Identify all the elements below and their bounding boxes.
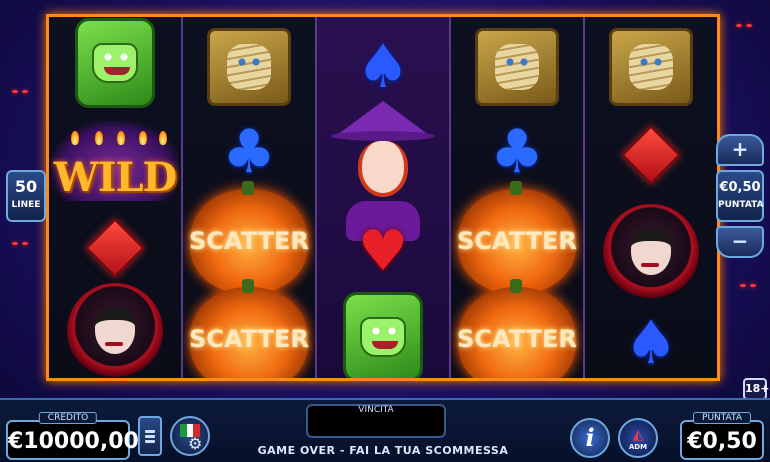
bet-display: €0,50 PUNTATA bbox=[716, 170, 764, 222]
glowing-eyes-decoration bbox=[746, 24, 752, 27]
lines-label: LINEE bbox=[11, 200, 41, 210]
info-button[interactable]: i bbox=[570, 418, 610, 458]
symbol-monster bbox=[49, 17, 181, 109]
symbol-wild: WILD bbox=[49, 113, 181, 209]
symbol-mummy bbox=[451, 17, 583, 117]
symbol-scatter-pumpkin: SCATTER bbox=[183, 279, 315, 378]
glowing-eyes-decoration bbox=[12, 242, 18, 245]
symbol-club: ♣ bbox=[222, 117, 276, 187]
lines-display[interactable]: 50 LINEE bbox=[6, 170, 46, 222]
glowing-eyes-decoration bbox=[22, 90, 28, 93]
scatter-text: SCATTER bbox=[189, 227, 309, 255]
volume-button[interactable] bbox=[138, 416, 162, 456]
reel-grid: WILD ♣ SCATTER SCATTER ♠ ♥ ♣ SCATTER SCA… bbox=[46, 14, 720, 381]
bet-value: €0,50 bbox=[687, 429, 757, 454]
reel-4: ♣ SCATTER SCATTER bbox=[451, 17, 585, 378]
glowing-eyes-decoration bbox=[736, 24, 742, 27]
settings-button[interactable]: ⚙ bbox=[170, 416, 210, 456]
volume-bar-icon bbox=[145, 429, 155, 433]
symbol-scatter-pumpkin: SCATTER bbox=[183, 181, 315, 293]
symbol-scatter-pumpkin: SCATTER bbox=[451, 279, 583, 378]
bet-decrease-button[interactable]: − bbox=[716, 226, 764, 258]
adm-label: ADM bbox=[628, 443, 648, 451]
adm-button[interactable]: ◭ ADM bbox=[618, 418, 658, 458]
glowing-eyes-decoration bbox=[750, 284, 756, 287]
win-label: VINCITA bbox=[358, 405, 394, 415]
scatter-text: SCATTER bbox=[189, 325, 309, 353]
wild-text: WILD bbox=[53, 154, 177, 201]
bet-panel: PUNTATA €0,50 bbox=[680, 412, 764, 460]
lines-value: 50 bbox=[14, 177, 38, 196]
symbol-scatter-pumpkin: SCATTER bbox=[451, 181, 583, 293]
bet-side-value: €0,50 bbox=[719, 180, 761, 195]
bottom-bar: CREDITO €10000,00 ⚙ VINCITA GAME OVER - … bbox=[0, 398, 770, 462]
win-panel: VINCITA bbox=[306, 404, 446, 438]
symbol-diamond bbox=[49, 213, 181, 283]
status-message: GAME OVER - FAI LA TUA SCOMMESSA bbox=[257, 444, 509, 457]
reel-1: WILD bbox=[49, 17, 183, 378]
symbol-spade: ♠ bbox=[624, 308, 678, 378]
bet-increase-button[interactable]: + bbox=[716, 134, 764, 166]
symbol-monster bbox=[317, 289, 449, 378]
glowing-eyes-decoration bbox=[740, 284, 746, 287]
scatter-text: SCATTER bbox=[457, 227, 577, 255]
credit-panel: CREDITO €10000,00 bbox=[6, 412, 139, 460]
reel-3: ♠ ♥ bbox=[317, 17, 451, 378]
symbol-vampire bbox=[585, 197, 717, 307]
symbol-mummy bbox=[585, 17, 717, 117]
bet-side-label: PUNTATA bbox=[718, 200, 764, 210]
bet-label: PUNTATA bbox=[693, 412, 751, 424]
credit-label: CREDITO bbox=[38, 412, 98, 424]
reel-5: ♠ bbox=[585, 17, 717, 378]
adm-logo-icon: ◭ bbox=[632, 427, 644, 443]
symbol-heart: ♥ bbox=[357, 219, 409, 284]
age-restriction-badge: 18+ bbox=[743, 378, 770, 400]
glowing-eyes-decoration bbox=[12, 90, 18, 93]
volume-bar-icon bbox=[145, 439, 155, 443]
reel-2: ♣ SCATTER SCATTER bbox=[183, 17, 317, 378]
symbol-mummy bbox=[183, 17, 315, 117]
symbol-vampire bbox=[49, 279, 181, 378]
gear-icon: ⚙ bbox=[188, 434, 203, 453]
scatter-text: SCATTER bbox=[457, 325, 577, 353]
volume-bar-icon bbox=[145, 434, 155, 438]
symbol-club: ♣ bbox=[490, 117, 544, 187]
credit-value: €10000,00 bbox=[8, 429, 139, 454]
glowing-eyes-decoration bbox=[22, 242, 28, 245]
symbol-diamond bbox=[585, 117, 717, 193]
